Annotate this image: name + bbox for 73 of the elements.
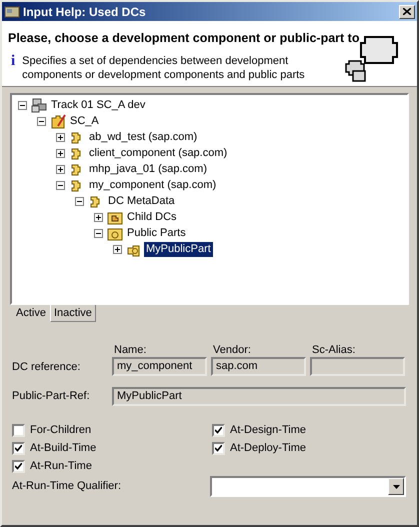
minus-icon	[96, 230, 101, 236]
expand-toggle[interactable]	[56, 132, 65, 142]
checkbox[interactable]	[212, 442, 225, 454]
plus-icon	[115, 246, 120, 252]
plus-icon	[58, 166, 63, 172]
puzzle-piece-icon	[72, 164, 80, 175]
component-pencil-icon	[52, 114, 66, 128]
plus-icon	[58, 150, 63, 156]
window-icon	[4, 4, 20, 18]
tree-item[interactable]: client_component (sap.com)	[87, 146, 230, 160]
info-icon: i	[8, 54, 18, 82]
caret-icon	[392, 484, 400, 488]
window-title: Input Help: Used DCs	[23, 4, 146, 20]
checkbox-label: At-Build-Time	[30, 440, 96, 456]
puzzle-piece-icon	[72, 132, 80, 143]
readonly-field: sap.com	[211, 357, 306, 376]
collapse-toggle[interactable]	[56, 180, 65, 190]
puzzle-piece-icon	[72, 180, 80, 191]
tree-item[interactable]: ab_wd_test (sap.com)	[87, 130, 200, 144]
plus-icon	[96, 214, 101, 220]
puzzle-piece-icon	[90, 196, 100, 207]
checkbox[interactable]	[12, 442, 25, 454]
field-label: Public-Part-Ref:	[11, 389, 91, 404]
checkbox[interactable]	[12, 424, 25, 436]
collapse-toggle[interactable]	[94, 228, 103, 238]
checkmark-icon	[215, 444, 222, 452]
minus-icon	[77, 198, 82, 204]
close-icon	[403, 8, 411, 15]
checkbox[interactable]	[12, 460, 25, 472]
tab[interactable]: Inactive	[50, 305, 96, 322]
field-label: DC reference:	[11, 360, 82, 374]
checkbox-label: At-Deploy-Time	[230, 440, 306, 456]
checkbox-label: At-Design-Time	[230, 422, 306, 438]
expand-toggle[interactable]	[113, 244, 122, 254]
header-description: Specifies a set of dependencies between development components or development components and public parts	[22, 54, 306, 82]
checkmark-icon	[15, 462, 22, 470]
plus-icon	[58, 134, 63, 140]
collapse-toggle[interactable]	[75, 196, 84, 206]
minus-icon	[20, 102, 25, 108]
expand-toggle[interactable]	[94, 212, 103, 222]
header-title: Please, choose a development component or public-part to	[8, 30, 360, 47]
tree-item[interactable]: DC MetaData	[106, 194, 177, 208]
minus-icon	[39, 118, 44, 124]
server-stack-icon	[32, 98, 46, 112]
tree-item[interactable]: my_component (sap.com)	[87, 178, 218, 192]
tree-item[interactable]: Child DCs	[125, 210, 179, 224]
column-label: Sc-Alias:	[311, 343, 356, 357]
column-label: Name:	[113, 343, 148, 357]
minus-icon	[58, 182, 63, 188]
dropdown-arrow-button[interactable]	[388, 478, 404, 495]
puzzle-piece-icon	[72, 148, 80, 159]
public-part-field: MyPublicPart	[112, 387, 406, 406]
checkmark-icon	[15, 444, 22, 452]
field-label: At-Run-Time Qualifier:	[11, 479, 122, 494]
checkbox-label: At-Run-Time	[30, 458, 92, 474]
checkmark-icon	[215, 426, 222, 434]
collapse-toggle[interactable]	[37, 116, 46, 126]
readonly-field: my_component	[112, 357, 207, 376]
checkbox[interactable]	[212, 424, 225, 436]
tree-item[interactable]: Public Parts	[125, 226, 188, 240]
folder-icon	[108, 212, 122, 224]
expand-toggle[interactable]	[56, 164, 65, 174]
tree-item[interactable]: Track 01 SC_A dev	[49, 98, 148, 112]
tree-item[interactable]: MyPublicPart	[144, 242, 213, 256]
collapse-toggle[interactable]	[18, 100, 27, 110]
tree-item[interactable]: SC_A	[68, 114, 101, 128]
expand-toggle[interactable]	[56, 148, 65, 158]
close-button[interactable]	[399, 4, 415, 18]
tree-item[interactable]: mhp_java_01 (sap.com)	[87, 162, 210, 176]
qualifier-dropdown[interactable]	[210, 476, 406, 497]
column-label: Vendor:	[212, 343, 252, 357]
checkbox-label: For-Children	[30, 422, 92, 438]
folder-icon	[108, 228, 122, 240]
